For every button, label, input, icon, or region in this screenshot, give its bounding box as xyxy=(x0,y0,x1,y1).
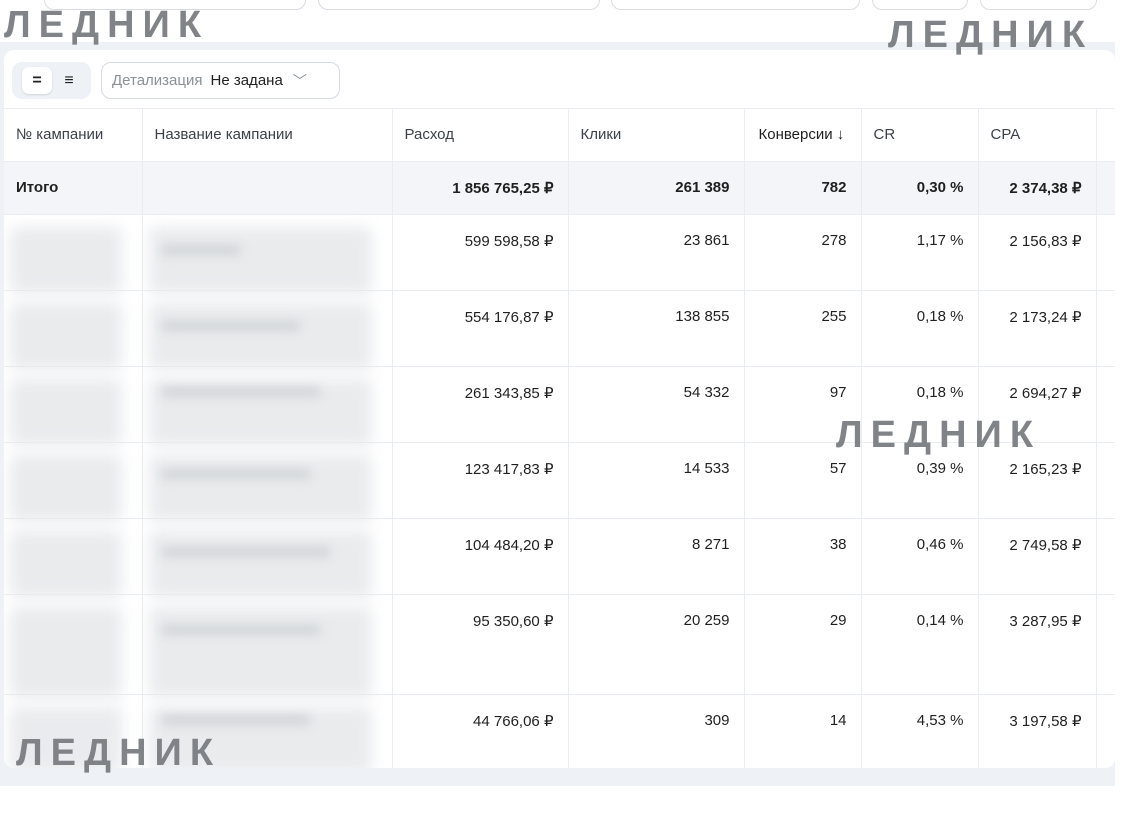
report-card: = ≡ Детализация Не задана ﹀ № кампании Н… xyxy=(4,50,1115,768)
detail-value: Не задана xyxy=(210,72,283,89)
col-extra xyxy=(1096,108,1115,162)
row-expense: 554 176,87 ₽ xyxy=(392,290,569,367)
row-conversions: 29 xyxy=(744,594,862,695)
table-header-row: № кампании Название кампании Расход Клик… xyxy=(4,108,1115,162)
table-row[interactable]: 599 598,58 ₽ 23 861 278 1,17 % 2 156,83 … xyxy=(4,214,1115,294)
campaign-number-redacted xyxy=(4,366,143,446)
detail-label: Детализация xyxy=(112,72,203,89)
campaign-number-redacted xyxy=(4,214,143,294)
table-row[interactable]: 104 484,20 ₽ 8 271 38 0,46 % 2 749,58 ₽ xyxy=(4,518,1115,598)
row-cpa: 2 749,58 ₽ xyxy=(978,518,1097,595)
row-cr: 1,17 % xyxy=(861,214,979,291)
row-cr: 4,53 % xyxy=(861,694,979,768)
campaign-number-redacted xyxy=(4,594,143,698)
row-clicks: 8 271 xyxy=(568,518,745,595)
total-label: Итого xyxy=(4,161,143,215)
total-row: Итого 1 856 765,25 ₽ 261 389 782 0,30 % … xyxy=(4,161,1115,215)
total-empty xyxy=(142,161,393,215)
row-expense: 599 598,58 ₽ xyxy=(392,214,569,291)
table-row[interactable]: 95 350,60 ₽ 20 259 29 0,14 % 3 287,95 ₽ xyxy=(4,594,1115,698)
col-conversions-sorted[interactable]: Конверсии ↓ xyxy=(744,108,862,162)
row-cr: 0,14 % xyxy=(861,594,979,695)
row-conversions: 38 xyxy=(744,518,862,595)
row-clicks: 14 533 xyxy=(568,442,745,519)
campaign-name-redacted xyxy=(142,366,393,446)
filter-pill[interactable] xyxy=(980,0,1097,10)
row-conversions: 14 xyxy=(744,694,862,768)
list-view-icon[interactable]: ≡ xyxy=(54,67,84,94)
compact-view-icon[interactable]: = xyxy=(22,67,52,94)
campaign-number-redacted xyxy=(4,290,143,370)
col-cr[interactable]: CR xyxy=(861,108,979,162)
row-conversions: 278 xyxy=(744,214,862,291)
col-campaign-number[interactable]: № кампании xyxy=(4,108,143,162)
row-clicks: 309 xyxy=(568,694,745,768)
campaign-name-redacted xyxy=(142,442,393,522)
row-clicks: 23 861 xyxy=(568,214,745,291)
row-clicks: 54 332 xyxy=(568,366,745,443)
row-cr: 0,46 % xyxy=(861,518,979,595)
row-expense: 261 343,85 ₽ xyxy=(392,366,569,443)
row-cpa: 2 173,24 ₽ xyxy=(978,290,1097,367)
col-cpa[interactable]: CPA xyxy=(978,108,1097,162)
campaign-number-redacted xyxy=(4,518,143,598)
col-expense[interactable]: Расход xyxy=(392,108,569,162)
detail-select[interactable]: Детализация Не задана ﹀ xyxy=(101,62,340,99)
campaign-name-redacted xyxy=(142,290,393,370)
chevron-down-icon: ﹀ xyxy=(292,72,307,89)
row-clicks: 20 259 xyxy=(568,594,745,695)
table-toolbar: = ≡ Детализация Не задана ﹀ xyxy=(4,50,1115,108)
row-expense: 123 417,83 ₽ xyxy=(392,442,569,519)
view-toggle: = ≡ xyxy=(12,62,91,99)
filter-pill[interactable] xyxy=(872,0,968,10)
row-cpa: 3 287,95 ₽ xyxy=(978,594,1097,695)
campaign-name-redacted xyxy=(142,214,393,294)
watermark: ЛЕДНИК xyxy=(4,4,210,46)
total-expense: 1 856 765,25 ₽ xyxy=(392,161,569,215)
campaign-name-redacted xyxy=(142,518,393,598)
watermark: ЛЕДНИК xyxy=(888,14,1094,56)
total-cr: 0,30 % xyxy=(861,161,979,215)
filter-pill[interactable] xyxy=(318,0,600,10)
campaign-name-redacted xyxy=(142,594,393,698)
total-cpa: 2 374,38 ₽ xyxy=(978,161,1097,215)
row-clicks: 138 855 xyxy=(568,290,745,367)
col-clicks[interactable]: Клики xyxy=(568,108,745,162)
row-conversions: 255 xyxy=(744,290,862,367)
row-expense: 104 484,20 ₽ xyxy=(392,518,569,595)
filter-pill[interactable] xyxy=(611,0,860,10)
total-conversions: 782 xyxy=(744,161,862,215)
row-cpa: 3 197,58 ₽ xyxy=(978,694,1097,768)
table-row[interactable]: 554 176,87 ₽ 138 855 255 0,18 % 2 173,24… xyxy=(4,290,1115,370)
row-expense: 95 350,60 ₽ xyxy=(392,594,569,695)
row-cr: 0,18 % xyxy=(861,290,979,367)
watermark: ЛЕДНИК xyxy=(16,732,222,774)
campaign-number-redacted xyxy=(4,442,143,522)
total-clicks: 261 389 xyxy=(568,161,745,215)
col-campaign-name[interactable]: Название кампании xyxy=(142,108,393,162)
row-cpa: 2 156,83 ₽ xyxy=(978,214,1097,291)
row-expense: 44 766,06 ₽ xyxy=(392,694,569,768)
watermark: ЛЕДНИК xyxy=(836,414,1042,456)
